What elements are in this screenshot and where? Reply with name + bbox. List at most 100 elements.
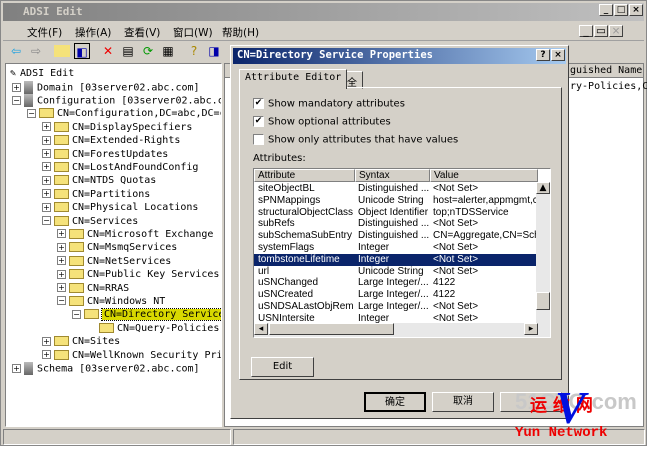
- attribute-row[interactable]: systemFlags Integer <Not Set>: [254, 242, 537, 254]
- tree-node[interactable]: + CN=RRAS: [57, 282, 129, 295]
- expand-icon[interactable]: +: [42, 122, 51, 132]
- help-icon[interactable]: ?: [186, 43, 202, 59]
- attribute-row[interactable]: subRefs Distinguished ... <Not Set>: [254, 218, 537, 230]
- export-list-icon[interactable]: ▦: [160, 43, 176, 59]
- edit-button[interactable]: Edit: [251, 357, 314, 377]
- scroll-thumb[interactable]: [536, 292, 550, 310]
- tree-node[interactable]: − Configuration [03server02.abc.com]: [12, 93, 221, 107]
- minimize-button[interactable]: _: [599, 4, 613, 16]
- tree-node[interactable]: + Schema [03server02.abc.com]: [12, 361, 200, 375]
- tree-node[interactable]: + CN=LostAndFoundConfig: [42, 161, 198, 174]
- tree-node[interactable]: + CN=NTDS Quotas: [42, 174, 156, 187]
- attribute-row[interactable]: siteObjectBL Distinguished ... <Not Set>: [254, 183, 537, 195]
- tree-root[interactable]: ✎ ADSI Edit: [10, 67, 74, 80]
- column-attribute[interactable]: Attribute: [254, 169, 355, 182]
- expand-icon[interactable]: +: [42, 175, 51, 185]
- column-value[interactable]: Value: [430, 169, 538, 182]
- expand-icon[interactable]: +: [42, 189, 51, 199]
- column-syntax[interactable]: Syntax: [355, 169, 430, 182]
- attribute-row[interactable]: structuralObjectClass Object Identifier to…: [254, 207, 537, 219]
- expand-icon[interactable]: +: [42, 162, 51, 172]
- expand-icon[interactable]: +: [42, 336, 51, 346]
- tree-node[interactable]: CN=Query-Policies: [87, 322, 219, 335]
- show-mandatory-checkbox[interactable]: ✔ Show mandatory attributes: [253, 98, 405, 110]
- menu-action[interactable]: 操作(A): [75, 25, 111, 40]
- expand-icon[interactable]: +: [12, 363, 21, 373]
- expand-icon[interactable]: +: [42, 135, 51, 145]
- expand-icon[interactable]: +: [57, 242, 66, 252]
- tree-node[interactable]: − CN=Windows NT: [57, 295, 165, 308]
- collapse-icon[interactable]: −: [72, 309, 81, 319]
- close-button[interactable]: ×: [629, 4, 643, 16]
- tree-node[interactable]: + CN=Sites: [42, 335, 120, 348]
- tree-node[interactable]: + CN=NetServices: [57, 255, 171, 268]
- refresh-icon[interactable]: ⟳: [140, 43, 156, 59]
- properties-icon[interactable]: ▤: [120, 43, 136, 59]
- tree-node[interactable]: − CN=Directory Service: [72, 308, 221, 322]
- collapse-icon[interactable]: −: [27, 108, 36, 118]
- attribute-row[interactable]: sPNMappings Unicode String host=alerter,ap…: [254, 195, 537, 207]
- attribute-row[interactable]: tombstoneLifetime Integer <Not Set>: [254, 253, 537, 266]
- menu-window[interactable]: 窗口(W): [173, 25, 213, 40]
- attributes-list[interactable]: Attribute Syntax Value siteObjectBL Disti…: [253, 168, 551, 338]
- cancel-button[interactable]: 取消: [432, 392, 494, 412]
- show-hide-tree-icon[interactable]: ◧: [74, 43, 90, 59]
- tab-attribute-editor[interactable]: Attribute Editor: [239, 69, 348, 89]
- dialog-close-button[interactable]: ×: [551, 49, 565, 61]
- expand-icon[interactable]: +: [57, 283, 66, 292]
- tree-node[interactable]: + Domain [03server02.abc.com]: [12, 80, 200, 94]
- ok-button[interactable]: 确定: [364, 392, 426, 412]
- tree-node[interactable]: + CN=Extended-Rights: [42, 134, 180, 147]
- tree-node[interactable]: − CN=Configuration,DC=abc,DC=com: [27, 107, 221, 120]
- expand-icon[interactable]: +: [42, 350, 51, 359]
- show-hide-action-icon[interactable]: ◨: [206, 43, 222, 59]
- tree-node[interactable]: + CN=ForestUpdates: [42, 148, 168, 161]
- expand-icon[interactable]: +: [12, 82, 21, 92]
- vertical-scrollbar[interactable]: ▲ ▼: [536, 182, 550, 337]
- collapse-icon[interactable]: −: [12, 95, 21, 105]
- collapse-icon[interactable]: −: [57, 296, 66, 306]
- child-close-button[interactable]: ×: [609, 25, 623, 37]
- menu-help[interactable]: 帮助(H): [222, 25, 259, 40]
- attribute-row[interactable]: subSchemaSubEntry Distinguished ... CN=Agg…: [254, 230, 537, 242]
- tree-node[interactable]: + CN=Microsoft Exchange: [57, 228, 213, 241]
- tree-node[interactable]: + CN=DisplaySpecifiers: [42, 121, 192, 134]
- tree-node[interactable]: + CN=WellKnown Security Princip: [42, 349, 221, 362]
- attribute-row[interactable]: uSNChanged Large Integer/... 4122: [254, 277, 537, 289]
- horizontal-scrollbar[interactable]: ◂ ▸: [254, 323, 550, 337]
- maximize-button[interactable]: □: [614, 4, 628, 16]
- list-item[interactable]: ry-Policies,CN=: [570, 81, 647, 92]
- child-minimize-button[interactable]: _: [579, 25, 593, 37]
- attribute-row[interactable]: uSNDSALastObjRem... Large Integer/... <Not…: [254, 301, 537, 313]
- expand-icon[interactable]: +: [57, 269, 66, 279]
- attribute-name: uSNChanged: [258, 277, 319, 289]
- tree-node[interactable]: + CN=Partitions: [42, 188, 150, 201]
- delete-icon[interactable]: ✕: [100, 43, 116, 59]
- scroll-left-button[interactable]: ◂: [254, 323, 268, 335]
- dialog-help-button[interactable]: ?: [536, 49, 550, 61]
- expand-icon[interactable]: +: [57, 229, 66, 239]
- tree-node[interactable]: − CN=Services: [42, 215, 138, 228]
- tree-node[interactable]: + CN=MsmqServices: [57, 241, 177, 254]
- expand-icon[interactable]: +: [42, 149, 51, 158]
- attribute-row[interactable]: url Unicode String <Not Set>: [254, 266, 537, 278]
- tree-node[interactable]: + CN=Public Key Services: [57, 268, 219, 281]
- scroll-up-button[interactable]: ▲: [536, 182, 550, 194]
- scroll-right-button[interactable]: ▸: [524, 323, 538, 335]
- h-scroll-thumb[interactable]: [269, 323, 394, 335]
- tree-node[interactable]: + CN=Physical Locations: [42, 201, 198, 214]
- attribute-row[interactable]: uSNCreated Large Integer/... 4122: [254, 289, 537, 301]
- collapse-icon[interactable]: −: [42, 216, 51, 225]
- expand-icon[interactable]: +: [42, 202, 51, 212]
- apply-button[interactable]: [500, 392, 562, 412]
- menu-file[interactable]: 文件(F): [27, 25, 62, 40]
- show-only-values-checkbox[interactable]: Show only attributes that have values: [253, 134, 458, 146]
- up-folder-icon[interactable]: [54, 45, 70, 57]
- expand-icon[interactable]: +: [57, 256, 66, 266]
- child-restore-button[interactable]: ▭: [594, 25, 608, 37]
- tree-pane[interactable]: ✎ ADSI Edit + Domain [03server02.abc.com] −…: [5, 63, 222, 427]
- menu-view[interactable]: 查看(V): [124, 25, 160, 40]
- forward-arrow-icon[interactable]: ⇨: [28, 43, 44, 59]
- back-arrow-icon[interactable]: ⇦: [8, 43, 24, 59]
- show-optional-checkbox[interactable]: ✔ Show optional attributes: [253, 116, 391, 128]
